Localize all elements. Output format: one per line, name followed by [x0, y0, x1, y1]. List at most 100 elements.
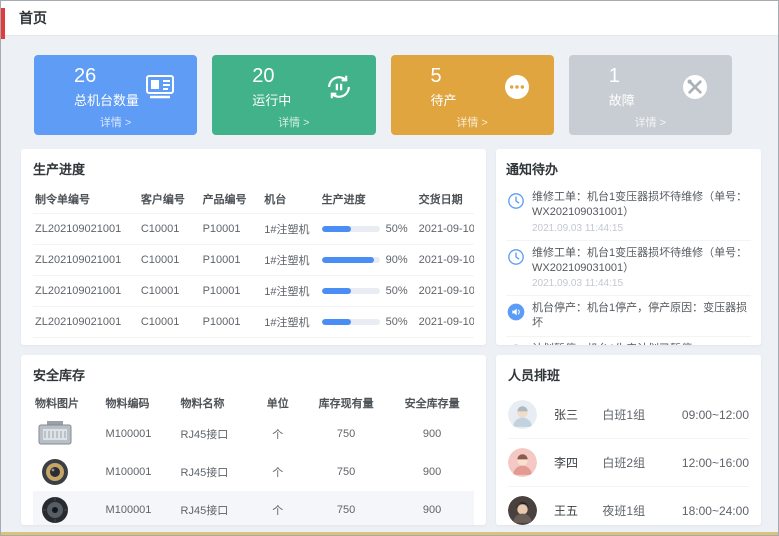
inventory-table-header: 物料图片 物料编码 物料名称 单位 库存现有量 安全库存量: [33, 391, 474, 415]
stat-label: 待产: [431, 90, 457, 109]
cell-customer: C10001: [139, 338, 201, 346]
stat-value: 26: [74, 65, 139, 88]
personnel-schedule-panel: 人员排班 张三 白班1组 09:00~12:00 李四 白班2组 12:00~1…: [496, 355, 761, 525]
stat-label: 故障: [609, 90, 635, 109]
cell-product: P10001: [201, 245, 263, 276]
cell-progress: 50%: [320, 338, 417, 346]
speaker-part-image: [35, 495, 75, 525]
person-name: 王五: [554, 502, 602, 519]
notification-item[interactable]: 维修工单：机台1变压器损坏待维修（单号：WX202109031001） 2021…: [506, 185, 751, 241]
progress-bar: [322, 257, 380, 263]
cell-stock: 750: [302, 453, 390, 491]
cell-customer: C10001: [139, 276, 201, 307]
inventory-row[interactable]: M100001 RJ45接口 个 750 900: [33, 491, 474, 525]
cell-date: 2021-09-10: [417, 307, 474, 338]
stat-value: 5: [431, 65, 457, 88]
production-table-header: 制令单编号 客户编号 产品编号 机台 生产进度 交货日期: [33, 185, 474, 214]
cell-product: P10001: [201, 307, 263, 338]
cell-stock: 750: [302, 491, 390, 525]
col-progress: 生产进度: [320, 185, 417, 214]
avatar: [508, 400, 537, 429]
detail-link[interactable]: 详情 >: [405, 111, 540, 132]
cell-material-code: M100001: [104, 415, 179, 453]
notification-text: 维修工单：机台1变压器损坏待维修（单号：WX202109031001）: [532, 246, 751, 276]
panel-title-notifications: 通知待办: [506, 159, 751, 178]
shift-time: 09:00~12:00: [682, 408, 749, 422]
production-row[interactable]: ZL202109021001 C10001 P10001 1#注塑机 50% 2…: [33, 338, 474, 346]
cell-unit: 个: [253, 491, 302, 525]
content-grid: 生产进度 制令单编号 客户编号 产品编号 机台 生产进度 交货日期 ZL2021…: [21, 149, 761, 525]
shift-label: 夜班1组: [602, 502, 682, 519]
cell-product: P10001: [201, 338, 263, 346]
cell-unit: 个: [253, 453, 302, 491]
avatar: [508, 496, 537, 525]
production-table: 制令单编号 客户编号 产品编号 机台 生产进度 交货日期 ZL202109021…: [33, 185, 474, 345]
inventory-row[interactable]: M100001 RJ45接口 个 750 900: [33, 453, 474, 491]
cell-machine: 1#注塑机: [262, 338, 319, 346]
notification-text: 维修工单：机台1变压器损坏待维修（单号：WX202109031001）: [532, 190, 751, 220]
stat-cards-row: 26 总机台数量 详情 > 20 运行中 详情 >: [34, 55, 732, 135]
cell-progress: 50%: [320, 307, 417, 338]
col-material-code: 物料编码: [104, 391, 179, 415]
cell-material-name: RJ45接口: [179, 415, 254, 453]
schedule-row[interactable]: 李四 白班2组 12:00~16:00: [508, 439, 749, 487]
cell-order-no: ZL202109021001: [33, 245, 139, 276]
schedule-row[interactable]: 王五 夜班1组 18:00~24:00: [508, 487, 749, 525]
clock-icon: [506, 247, 526, 267]
clock-icon: [506, 191, 526, 211]
col-safety-stock: 安全库存量: [390, 391, 474, 415]
stat-card-total-machines[interactable]: 26 总机台数量 详情 >: [34, 55, 197, 135]
cell-progress: 50%: [320, 276, 417, 307]
schedule-row[interactable]: 张三 白班1组 09:00~12:00: [508, 391, 749, 439]
stat-card-running[interactable]: 20 运行中 详情 >: [212, 55, 375, 135]
col-stock: 库存现有量: [302, 391, 390, 415]
notifications-panel: 通知待办 维修工单：机台1变压器损坏待维修（单号：WX202109031001）…: [496, 149, 761, 345]
notification-item[interactable]: 机台停产：机台1停产，停产原因：变压器损坏: [506, 296, 751, 337]
cell-order-no: ZL202109021001: [33, 214, 139, 245]
col-order-no: 制令单编号: [33, 185, 139, 214]
col-product: 产品编号: [201, 185, 263, 214]
stat-card-waiting[interactable]: 5 待产 详情 >: [391, 55, 554, 135]
cell-progress: 50%: [320, 214, 417, 245]
shift-label: 白班1组: [602, 406, 682, 423]
detail-link[interactable]: 详情 >: [583, 111, 718, 132]
shift-time: 18:00~24:00: [682, 504, 749, 518]
progress-label: 50%: [386, 285, 408, 297]
cell-date: 2021-09-10: [417, 245, 474, 276]
cell-customer: C10001: [139, 214, 201, 245]
stat-card-fault[interactable]: 1 故障 详情 >: [569, 55, 732, 135]
progress-label: 90%: [386, 254, 408, 266]
notification-item[interactable]: 维修工单：机台1变压器损坏待维修（单号：WX202109031001） 2021…: [506, 241, 751, 297]
progress-bar: [322, 319, 380, 325]
col-material-name: 物料名称: [179, 391, 254, 415]
detail-link[interactable]: 详情 >: [226, 111, 361, 132]
speaker-icon: [506, 302, 526, 322]
cell-customer: C10001: [139, 307, 201, 338]
cell-safety-stock: 900: [390, 415, 474, 453]
cell-safety-stock: 900: [390, 491, 474, 525]
progress-label: 50%: [386, 316, 408, 328]
cell-customer: C10001: [139, 245, 201, 276]
cell-material-code: M100001: [104, 453, 179, 491]
shift-label: 白班2组: [602, 454, 682, 471]
progress-bar: [322, 226, 380, 232]
col-machine: 机台: [262, 185, 319, 214]
production-row[interactable]: ZL202109021001 C10001 P10001 1#注塑机 50% 2…: [33, 276, 474, 307]
notification-item[interactable]: 计划暂停：机台1生产计划已暂停 2021.09.03 11:44:15: [506, 337, 751, 345]
production-row[interactable]: ZL202109021001 C10001 P10001 1#注塑机 50% 2…: [33, 307, 474, 338]
person-name: 张三: [554, 406, 602, 423]
sync-icon: [322, 70, 356, 104]
detail-link[interactable]: 详情 >: [48, 111, 183, 132]
col-material-image: 物料图片: [33, 391, 104, 415]
cell-machine: 1#注塑机: [262, 307, 319, 338]
notification-text: 计划暂停：机台1生产计划已暂停: [532, 342, 692, 345]
inventory-row[interactable]: M100001 RJ45接口 个 750 900: [33, 415, 474, 453]
cell-stock: 750: [302, 415, 390, 453]
cell-order-no: ZL202109021001: [33, 307, 139, 338]
left-edge-accent: [1, 8, 5, 39]
stat-label: 运行中: [252, 90, 291, 109]
progress-bar: [322, 288, 380, 294]
production-row[interactable]: ZL202109021001 C10001 P10001 1#注塑机 50% 2…: [33, 214, 474, 245]
production-row[interactable]: ZL202109021001 C10001 P10001 1#注塑机 90% 2…: [33, 245, 474, 276]
production-progress-panel: 生产进度 制令单编号 客户编号 产品编号 机台 生产进度 交货日期 ZL2021…: [21, 149, 486, 345]
